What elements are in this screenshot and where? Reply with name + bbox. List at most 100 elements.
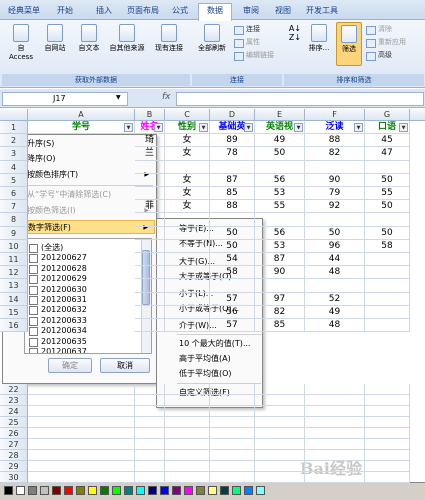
table-cell[interactable] — [210, 472, 255, 483]
table-cell[interactable]: 97 — [255, 292, 305, 306]
row-header[interactable]: 10 — [0, 239, 28, 253]
table-cell[interactable]: 58 — [210, 266, 255, 280]
filter-dropdown-icon[interactable]: ▼ — [199, 123, 208, 132]
table-cell[interactable] — [165, 160, 210, 174]
row-header[interactable]: 22 — [0, 384, 28, 395]
color-swatch[interactable] — [196, 486, 205, 495]
row-header[interactable]: 5 — [0, 173, 28, 187]
table-cell[interactable] — [210, 450, 255, 461]
table-cell[interactable] — [305, 428, 365, 439]
table-cell[interactable] — [255, 213, 305, 227]
color-swatch[interactable] — [244, 486, 253, 495]
table-cell[interactable] — [210, 417, 255, 428]
table-cell[interactable] — [28, 428, 135, 439]
row-header[interactable]: 25 — [0, 417, 28, 428]
table-cell[interactable] — [365, 292, 410, 306]
table-cell[interactable]: 85 — [210, 187, 255, 201]
table-cell[interactable] — [165, 292, 210, 306]
table-cell[interactable]: 88 — [305, 134, 365, 148]
table-cell[interactable] — [365, 253, 410, 267]
checklist-item[interactable]: 201200631 — [29, 294, 87, 305]
table-cell[interactable] — [165, 417, 210, 428]
table-cell[interactable] — [305, 417, 365, 428]
filter-dropdown-icon[interactable]: ▼ — [354, 123, 363, 132]
table-cell[interactable] — [135, 160, 165, 174]
table-cell[interactable] — [305, 384, 365, 395]
table-cell[interactable]: 50 — [255, 147, 305, 161]
table-cell[interactable]: 49 — [255, 134, 305, 148]
table-cell[interactable]: 79 — [305, 187, 365, 201]
table-cell[interactable] — [365, 395, 410, 406]
color-swatch[interactable] — [76, 486, 85, 495]
table-cell[interactable]: 49 — [305, 305, 365, 319]
tab-4[interactable]: 公式 — [164, 4, 196, 20]
name-box-dropdown-icon[interactable]: ▼ — [116, 94, 121, 101]
filter-dropdown-icon[interactable]: ▼ — [154, 123, 163, 132]
table-cell[interactable]: 45 — [365, 134, 410, 148]
name-box[interactable]: J17 — [2, 92, 128, 106]
fx-icon[interactable]: fx — [162, 92, 171, 102]
color-swatch[interactable] — [172, 486, 181, 495]
table-cell[interactable] — [365, 472, 410, 483]
table-cell[interactable] — [165, 239, 210, 253]
row-header[interactable]: 9 — [0, 226, 28, 240]
row-header[interactable]: 29 — [0, 461, 28, 472]
table-cell[interactable] — [365, 305, 410, 319]
table-cell[interactable] — [135, 428, 165, 439]
table-cell[interactable] — [255, 439, 305, 450]
table-cell[interactable] — [365, 406, 410, 417]
table-cell[interactable]: 50 — [365, 226, 410, 240]
color-swatch[interactable] — [88, 486, 97, 495]
table-cell[interactable]: 53 — [255, 239, 305, 253]
table-cell[interactable] — [210, 279, 255, 293]
table-cell[interactable]: 50 — [210, 226, 255, 240]
table-cell[interactable] — [255, 160, 305, 174]
table-cell[interactable] — [135, 417, 165, 428]
table-cell[interactable]: 57 — [210, 319, 255, 333]
table-cell[interactable]: 54 — [210, 253, 255, 267]
table-cell[interactable] — [28, 417, 135, 428]
checklist-item[interactable]: 201200630 — [29, 284, 87, 295]
table-cell[interactable] — [305, 213, 365, 227]
table-cell[interactable]: 兰 — [135, 147, 165, 161]
color-swatch[interactable] — [52, 486, 61, 495]
row-header[interactable]: 14 — [0, 292, 28, 306]
table-cell[interactable]: 82 — [305, 147, 365, 161]
table-cell[interactable] — [135, 461, 165, 472]
color-swatch[interactable] — [4, 486, 13, 495]
table-cell[interactable]: 48 — [305, 266, 365, 280]
row-header[interactable]: 15 — [0, 305, 28, 319]
table-cell[interactable] — [255, 461, 305, 472]
table-cell[interactable] — [135, 319, 165, 333]
checklist-item[interactable]: 201200633 — [29, 315, 87, 326]
table-cell[interactable] — [365, 461, 410, 472]
table-cell[interactable] — [165, 461, 210, 472]
connections-button[interactable]: 连接 — [234, 24, 260, 35]
table-cell[interactable] — [365, 384, 410, 395]
table-cell[interactable]: 87 — [255, 253, 305, 267]
properties-button[interactable]: 属性 — [234, 37, 260, 48]
table-cell[interactable] — [135, 239, 165, 253]
row-header[interactable]: 4 — [0, 160, 28, 174]
table-cell[interactable]: 55 — [255, 200, 305, 214]
table-cell[interactable]: 55 — [365, 187, 410, 201]
column-header-C[interactable]: C — [165, 109, 210, 121]
table-cell[interactable] — [305, 395, 365, 406]
checklist-item[interactable]: 201200628 — [29, 263, 87, 274]
color-swatch[interactable] — [64, 486, 73, 495]
table-cell[interactable] — [135, 173, 165, 187]
table-cell[interactable] — [365, 450, 410, 461]
checklist-item[interactable]: 201200637 — [29, 346, 87, 353]
filter-dropdown-icon[interactable]: ▼ — [399, 123, 408, 132]
table-cell[interactable] — [365, 266, 410, 280]
table-cell[interactable]: 87 — [210, 173, 255, 187]
tab-3[interactable]: 页面布局 — [124, 4, 162, 20]
from-access-button[interactable]: 自 Access — [6, 24, 36, 62]
table-cell[interactable] — [255, 450, 305, 461]
table-cell[interactable] — [165, 213, 210, 227]
table-cell[interactable]: 56 — [210, 305, 255, 319]
table-cell[interactable] — [305, 439, 365, 450]
table-cell[interactable] — [365, 279, 410, 293]
table-cell[interactable]: 85 — [255, 319, 305, 333]
tab-0[interactable]: 经典菜单 — [4, 4, 44, 20]
